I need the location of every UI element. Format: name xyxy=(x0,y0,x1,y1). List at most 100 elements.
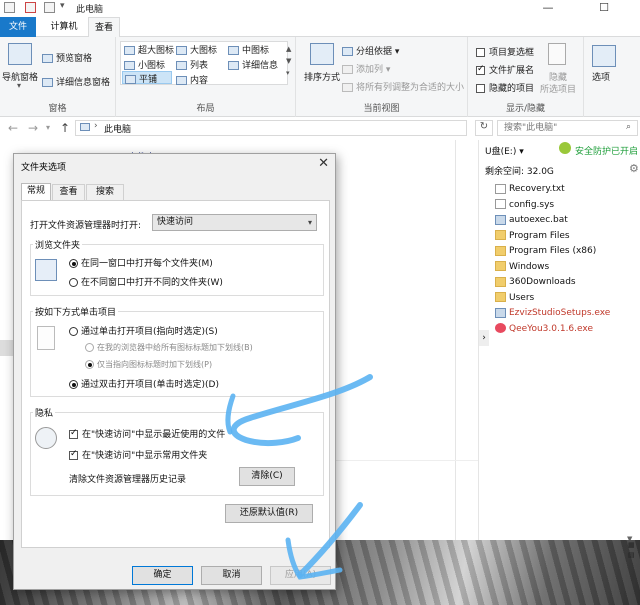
item-checkboxes-checkbox[interactable] xyxy=(476,48,485,57)
back-icon[interactable]: ← xyxy=(8,121,18,135)
tab-file[interactable]: 文件 xyxy=(0,17,36,37)
tiles-icon xyxy=(125,75,136,84)
underline-browser-radio[interactable] xyxy=(85,343,94,352)
clear-history-button[interactable]: 清除(C) xyxy=(239,467,295,486)
tab-computer[interactable]: 计算机 xyxy=(40,17,88,37)
layout-extra-large[interactable]: 超大图标 xyxy=(124,43,174,56)
file-extensions-label: 文件扩展名 xyxy=(489,66,535,76)
open-to-select[interactable]: 快速访问 ▾ xyxy=(152,214,317,231)
recent-files-checkbox[interactable] xyxy=(69,428,78,439)
small-icons-icon xyxy=(124,61,135,70)
file-list-item[interactable]: EzvizStudioSetups.exe xyxy=(495,306,610,320)
tab-view[interactable]: 查看 xyxy=(88,17,120,38)
panes-group-label: 窗格 xyxy=(48,104,67,114)
layout-tiles[interactable]: 平铺 xyxy=(122,71,172,85)
address-box[interactable]: › 此电脑 xyxy=(75,120,467,136)
tab-search[interactable]: 搜索 xyxy=(86,184,124,200)
properties-icon[interactable] xyxy=(25,2,36,13)
underline-hover-option[interactable]: 仅当指向图标标题时加下划线(P) xyxy=(85,359,212,370)
layout-details[interactable]: 详细信息 xyxy=(228,58,278,71)
ok-button[interactable]: 确定 xyxy=(132,566,193,585)
file-list-item[interactable]: Users xyxy=(495,291,534,305)
refresh-icon[interactable]: ↻ xyxy=(475,120,493,136)
single-click-option[interactable]: 通过单击打开项目(指向时选定)(S) xyxy=(69,324,218,337)
open-to-label: 打开文件资源管理器时打开: xyxy=(30,221,142,231)
preview-pane-icon xyxy=(42,54,53,63)
forward-icon[interactable]: → xyxy=(28,121,38,135)
layout-scroll-icon[interactable]: ▲ ▼ ▾ xyxy=(286,43,291,79)
single-click-radio[interactable] xyxy=(69,327,78,336)
close-icon[interactable]: ✕ xyxy=(318,156,329,171)
item-checkboxes-toggle[interactable]: 项目复选框 xyxy=(476,45,534,58)
file-name: Program Files (x86) xyxy=(509,246,597,256)
file-extensions-toggle[interactable]: 文件扩展名 xyxy=(476,63,534,76)
hidden-items-checkbox[interactable] xyxy=(476,84,485,93)
new-window-option[interactable]: 在不同窗口中打开不同的文件夹(W) xyxy=(69,275,223,288)
file-list-item[interactable]: Program Files xyxy=(495,229,570,243)
new-folder-icon[interactable] xyxy=(44,2,55,13)
tab-view-options[interactable]: 查看 xyxy=(52,184,85,200)
same-window-radio[interactable] xyxy=(69,259,78,268)
same-window-option[interactable]: 在同一窗口中打开每个文件夹(M) xyxy=(69,256,213,269)
drive-selector[interactable]: U盘(E:) ▾ xyxy=(485,144,524,157)
nav-pane-icon[interactable] xyxy=(8,43,32,65)
preview-pane-button[interactable]: 预览窗格 xyxy=(42,51,92,64)
privacy-title: 隐私 xyxy=(33,406,56,419)
file-list-item[interactable]: autoexec.bat xyxy=(495,213,568,227)
quick-access-dropdown-icon[interactable]: ▾ xyxy=(60,1,65,11)
layout-large[interactable]: 大图标 xyxy=(176,43,217,56)
restore-defaults-button[interactable]: 还原默认值(R) xyxy=(225,504,313,523)
hidden-items-toggle[interactable]: 隐藏的项目 xyxy=(476,81,534,94)
security-status[interactable]: 安全防护已开启 xyxy=(575,144,638,157)
up-icon[interactable]: ↑ xyxy=(60,121,70,135)
recent-locations-icon[interactable]: ▾ xyxy=(46,123,50,132)
executable-icon xyxy=(495,307,506,318)
window-title: 此电脑 xyxy=(76,5,104,15)
search-input[interactable]: 搜索"此电脑" xyxy=(497,120,638,136)
file-list-item[interactable]: QeeYou3.0.1.6.exe xyxy=(495,322,593,336)
file-list-item[interactable]: Program Files (x86) xyxy=(495,244,596,258)
layout-label: 内容 xyxy=(190,76,209,86)
layout-medium[interactable]: 中图标 xyxy=(228,43,269,56)
drive-label: U盘(E:) xyxy=(485,147,517,157)
double-click-option[interactable]: 通过双击打开项目(单击时选定)(D) xyxy=(69,377,219,390)
layout-content[interactable]: 内容 xyxy=(176,73,208,86)
view-toggle-icons[interactable]: ▦ ▤ xyxy=(628,540,635,560)
frequent-folders-option[interactable]: 在"快速访问"中显示常用文件夹 xyxy=(69,448,207,461)
add-column-button[interactable]: 添加列 ▾ xyxy=(342,62,390,75)
sort-by-button[interactable]: 排序方式 xyxy=(304,70,340,83)
file-list-item[interactable]: 360Downloads xyxy=(495,275,576,289)
layout-list[interactable]: 列表 xyxy=(176,58,208,71)
collapse-arrow-icon[interactable]: › xyxy=(479,330,489,346)
folder-icon xyxy=(495,230,506,240)
layout-small[interactable]: 小图标 xyxy=(124,58,165,71)
new-window-radio[interactable] xyxy=(69,278,78,287)
maximize-button[interactable]: ☐ xyxy=(584,0,624,17)
options-icon[interactable] xyxy=(592,45,616,67)
minimize-button[interactable]: — xyxy=(528,0,568,17)
file-list-item[interactable]: Recovery.txt xyxy=(495,182,565,196)
file-list-item[interactable]: Windows xyxy=(495,260,549,274)
breadcrumb[interactable]: 此电脑 xyxy=(104,122,131,135)
file-extensions-checkbox[interactable] xyxy=(476,64,485,75)
underline-hover-radio[interactable] xyxy=(85,360,94,369)
double-click-radio[interactable] xyxy=(69,380,78,389)
nav-pane-dropdown-icon[interactable]: ▾ xyxy=(17,81,21,90)
recent-files-option[interactable]: 在"快速访问"中显示最近使用的文件 xyxy=(69,427,225,440)
tab-general[interactable]: 常规 xyxy=(21,183,51,200)
file-list-item[interactable]: config.sys xyxy=(495,198,554,212)
underline-browser-option[interactable]: 在我的浏览器中给所有图标标题加下划线(B) xyxy=(85,342,253,353)
group-by-button[interactable]: 分组依据 ▾ xyxy=(342,44,399,57)
chevron-down-icon: ▾ xyxy=(307,218,312,227)
hide-selected-icon[interactable] xyxy=(548,43,566,65)
options-button[interactable]: 选项 xyxy=(592,70,610,83)
apply-button[interactable]: 应用(A) xyxy=(270,566,331,585)
fit-columns-button[interactable]: 将所有列调整为合适的大小 xyxy=(342,80,464,93)
free-space: 剩余空间: 32.0G xyxy=(485,167,554,177)
frequent-folders-checkbox[interactable] xyxy=(69,449,78,460)
settings-gear-icon[interactable]: ⚙ xyxy=(629,162,639,175)
cancel-button[interactable]: 取消 xyxy=(201,566,262,585)
sort-by-icon[interactable] xyxy=(310,43,334,65)
details-pane-button[interactable]: 详细信息窗格 xyxy=(42,75,110,88)
search-icon[interactable]: ⌕ xyxy=(626,122,631,132)
